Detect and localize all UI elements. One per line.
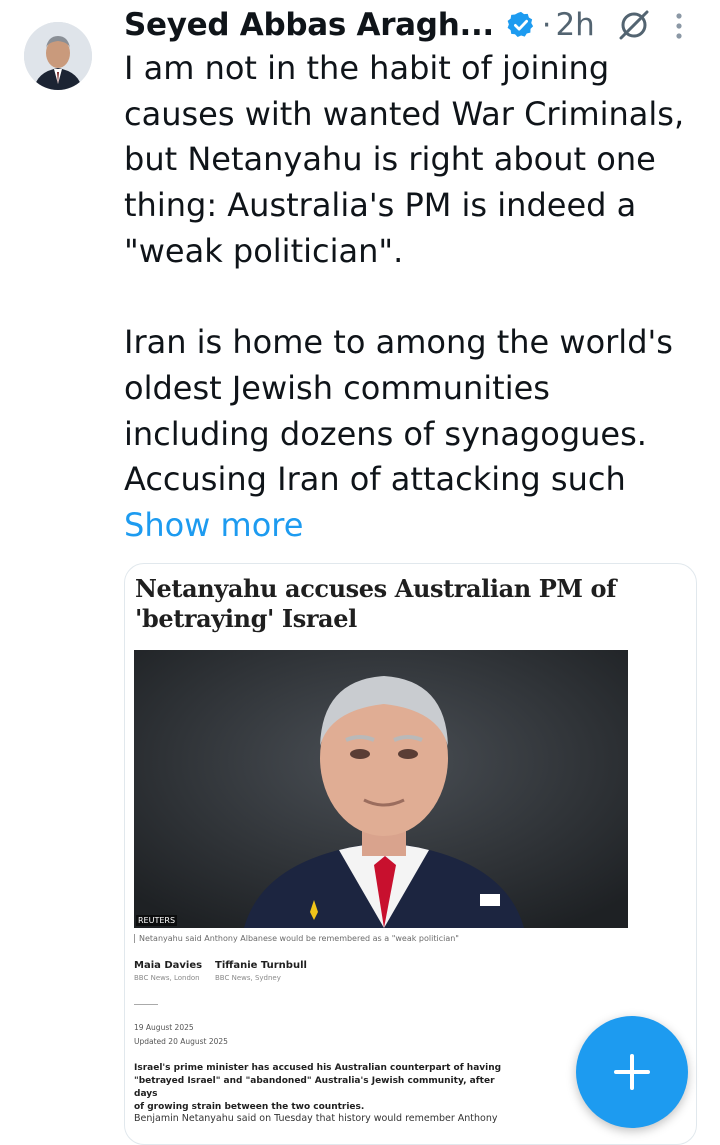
post-text-line: Accusing Iran of attacking such [124, 460, 626, 499]
avatar[interactable] [24, 22, 92, 90]
author-location: BBC News, Sydney [215, 974, 281, 982]
photo-caption: Netanyahu said Anthony Albanese would be… [134, 934, 459, 943]
author-name: Tiffanie Turnbull [215, 960, 307, 971]
grok-icon[interactable] [617, 8, 651, 42]
compose-button[interactable] [576, 1016, 688, 1128]
post-text-line: causes with wanted War Criminals, [124, 94, 685, 133]
post-text-line: "weak politician". [124, 231, 404, 270]
post-text-line: including dozens of synagogues. [124, 414, 647, 453]
byline-author: Tiffanie Turnbull BBC News, Sydney [215, 960, 307, 982]
post-text-line: I am not in the habit of joining [124, 49, 610, 87]
lede-line: "betrayed Israel" and "abandoned" Austra… [134, 1076, 495, 1099]
byline-author: Maia Davies BBC News, London [134, 960, 202, 982]
post-text: I am not in the habit of joining causes … [124, 46, 704, 503]
plus-icon [614, 1054, 650, 1090]
more-options-icon[interactable] [669, 10, 689, 42]
headline-line: Netanyahu accuses Australian PM of [135, 574, 617, 603]
post-text-line: thing: Australia's PM is indeed a [124, 186, 637, 225]
post-header: Seyed Abbas Aragh... · 2h [124, 2, 651, 48]
portrait-illustration [134, 650, 628, 928]
author-name[interactable]: Seyed Abbas Aragh... [124, 7, 494, 43]
post-timestamp[interactable]: 2h [555, 7, 594, 43]
headline-line: 'betraying' Israel [135, 604, 357, 633]
verified-badge-icon [506, 10, 536, 40]
article-lede: Israel's prime minister has accused his … [134, 1062, 514, 1114]
divider [134, 1004, 158, 1005]
lede-line: Israel's prime minister has accused his … [134, 1063, 502, 1073]
post-text-line: Iran is home to among the world's [124, 323, 673, 362]
post-text-line: oldest Jewish communities [124, 368, 550, 407]
header-separator: · [541, 7, 552, 43]
post-text-line: but Netanyahu is right about one [124, 140, 656, 179]
photo-credit: REUTERS [136, 915, 178, 926]
article-headline: Netanyahu accuses Australian PM of 'betr… [135, 574, 675, 634]
author-name: Maia Davies [134, 960, 203, 971]
author-location: BBC News, London [134, 974, 200, 982]
show-more-link[interactable]: Show more [124, 506, 303, 544]
updated-date: Updated 20 August 2025 [134, 1037, 228, 1046]
avatar-image [24, 22, 92, 90]
article-photo: REUTERS [134, 650, 628, 928]
article-body: Benjamin Netanyahu said on Tuesday that … [134, 1113, 498, 1124]
published-date: 19 August 2025 [134, 1023, 194, 1032]
